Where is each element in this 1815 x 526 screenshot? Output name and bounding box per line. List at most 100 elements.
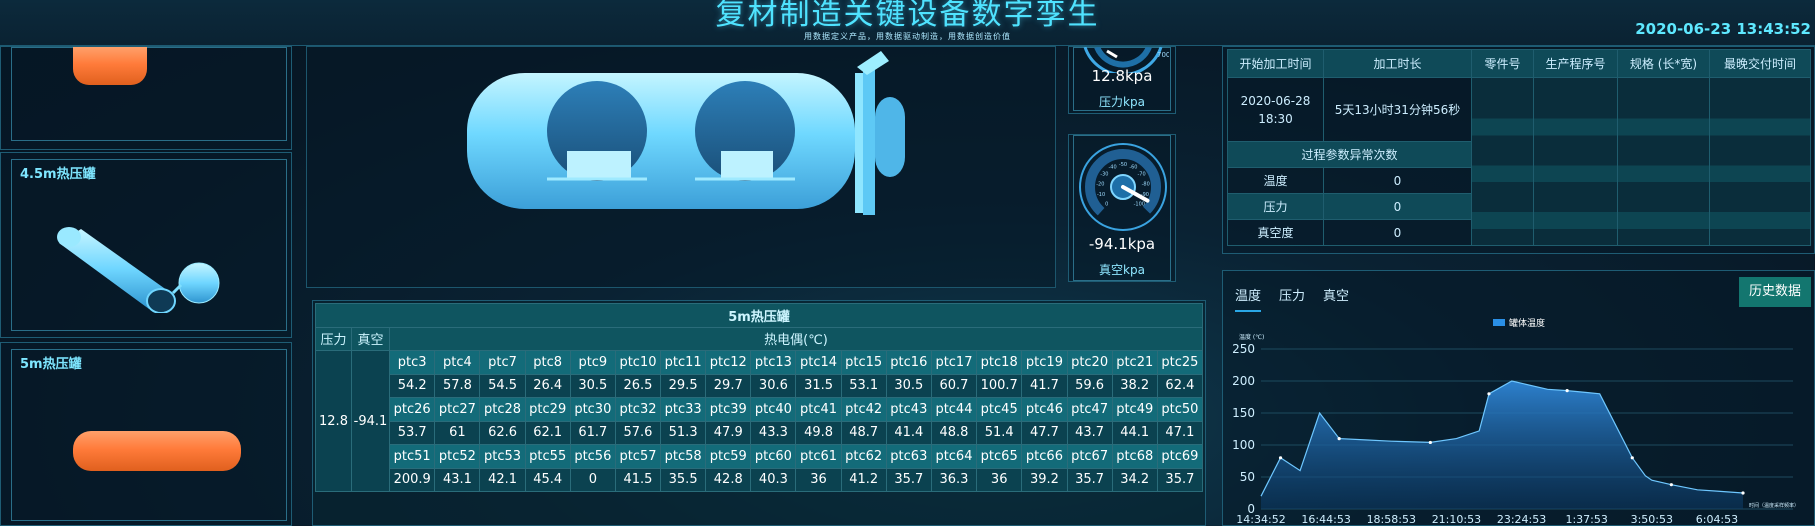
col-duration: 加工时长 [1323,49,1472,78]
thermocouple-value: 35.7 [885,467,932,492]
vacuum-gauge-tick: -20 [1096,181,1104,187]
chart-x-tick-label: 21:10:53 [1432,513,1481,525]
header-bar: 复材制造关键设备数字孪生 用数据定义产品，用数据驱动制造，用数据创造价值 202… [0,0,1815,46]
anomaly-pressure-label: 压力 [1227,193,1324,220]
thermocouple-label: ptc8 [524,350,571,375]
anomaly-vacuum-label: 真空度 [1227,219,1324,246]
thermocouple-value: 54.2 [388,373,436,398]
thermocouple-value: 30.6 [750,373,797,398]
thermocouple-label: ptc50 [1156,397,1204,422]
thermocouple-value: 34.2 [1111,467,1158,492]
tank3-orange-model-icon [73,431,241,471]
pressure-gauge-panel[interactable]: 700 12.8kpa 压力kpa [1068,46,1176,114]
spec-cell [1617,77,1710,246]
thermocouple-label: ptc27 [434,397,481,422]
thermocouple-value: 53.7 [388,420,436,445]
thermocouple-label: ptc17 [930,350,978,375]
vacuum-gauge-tick: -10 [1097,192,1105,198]
vacuum-gauge-tick: -80 [1142,181,1150,187]
thermocouple-value: 43.1 [434,467,481,492]
chart-x-tick-label: 14:34:52 [1236,513,1285,525]
chart-data-point [1278,456,1283,460]
tab-pressure[interactable]: 压力 [1279,285,1305,304]
thermocouple-label: ptc60 [750,444,797,469]
autoclave-view-panel[interactable] [306,46,1056,288]
thermocouple-label: ptc26 [388,397,436,422]
thermocouple-label: ptc21 [1111,350,1158,375]
vacuum-gauge-tick: -30 [1100,172,1108,178]
thermocouple-label: ptc63 [885,444,932,469]
left-panel-tank2[interactable]: 4.5m热压罐 [0,152,292,338]
pressure-gauge-tick-700: 700 [1157,51,1169,59]
thermocouple-label: ptc7 [479,350,526,375]
thermocouple-label: ptc68 [1111,444,1158,469]
autoclave-3d-model [467,51,905,215]
thermocouple-panel: 5m热压罐 压力 真空 热电偶(℃) 12.8 -94.1 ptc3 ptc4 pt… [312,300,1206,526]
thermocouple-value: 42.1 [479,467,526,492]
thermocouple-label: ptc25 [1156,350,1204,375]
anomaly-pressure-count: 0 [1323,193,1472,220]
thermocouple-value: 41.5 [614,467,662,492]
thermocouple-value: 41.7 [1021,373,1068,398]
chart-y-tick-label: 200 [1232,374,1255,388]
due-time-cell [1709,77,1811,246]
thermocouple-label: ptc66 [1021,444,1068,469]
thermocouple-value: 51.4 [976,420,1023,445]
thermocouple-label: ptc56 [569,444,616,469]
datetime-display: 2020-06-23 13:43:52 [1635,20,1811,38]
tab-vacuum[interactable]: 真空 [1323,285,1349,304]
thermocouple-value: 45.4 [524,467,571,492]
vacuum-gauge-tick: -100 [1134,201,1145,207]
thermocouple-value: 35.5 [660,467,707,492]
thermocouple-label: ptc62 [840,444,887,469]
production-info-table: 开始加工时间 加工时长 零件号 生产程序号 规格 (长*宽) 最晚交付时间 20… [1227,49,1811,246]
thermocouple-label: ptc58 [660,444,707,469]
page-subtitle: 用数据定义产品，用数据驱动制造，用数据创造价值 [804,32,1011,41]
thermocouple-value: 30.5 [885,373,932,398]
thermocouple-label: ptc55 [524,444,571,469]
thermocouple-value: 0 [569,467,616,492]
chart-data-point [1428,440,1432,445]
thermocouple-label: ptc69 [1156,444,1204,469]
thermocouple-value: 26.4 [524,373,571,398]
chart-x-tick-label: 1:37:53 [1565,513,1607,525]
thermocouple-label: ptc42 [840,397,887,422]
thermocouple-value: 36 [976,467,1023,492]
tab-temperature[interactable]: 温度 [1235,285,1262,312]
thermo-col-thermocouple: 热电偶(℃) [389,326,1203,351]
thermocouple-value: 43.7 [1066,420,1113,445]
thermocouple-value: 42.8 [705,467,752,492]
vacuum-gauge-dial-icon: -100-90-80-70-60-50-40-30-20-100 [1079,143,1167,231]
thermocouple-label: ptc4 [434,350,481,375]
chart-x-tick-label: 23:24:53 [1497,513,1546,525]
vacuum-gauge-label: 真空kpa [1099,263,1145,277]
thermocouple-value: 62.1 [524,420,571,445]
thermocouple-value: 57.8 [434,373,481,398]
chart-y-axis-label: 温度 (℃) [1239,333,1264,341]
thermocouple-value: 200.9 [388,467,436,492]
start-time-date: 2020-06-28 [1240,93,1311,108]
tank1-frame [11,47,287,141]
chart-y-tick-label: 250 [1232,342,1255,356]
thermocouple-label: ptc59 [705,444,752,469]
thermocouple-value: 53.1 [840,373,887,398]
thermocouple-value: 59.6 [1066,373,1113,398]
thermocouple-label: ptc16 [885,350,932,375]
thermocouple-value: 47.1 [1156,420,1204,445]
thermocouple-label: ptc49 [1111,397,1158,422]
anomaly-temp-label: 温度 [1227,167,1324,194]
thermocouple-value: 48.8 [930,420,978,445]
chart-y-tick-label: 50 [1240,470,1255,484]
thermo-title: 5m热压罐 [315,303,1203,328]
part-no-cell [1471,77,1534,246]
vacuum-gauge-panel[interactable]: -100 -90 -80 -70 -60 -50 -40 -30 -20 -10 0 -94.1kp… [1068,134,1176,282]
thermocouple-value: 41.2 [840,467,887,492]
left-panel-tank1[interactable] [0,46,292,150]
history-data-button[interactable]: 历史数据 [1739,277,1811,307]
thermocouple-label: ptc64 [930,444,978,469]
tank3-title: 5m热压罐 [20,357,82,372]
thermocouple-value: 62.6 [479,420,526,445]
thermocouple-label: ptc30 [569,397,616,422]
thermocouple-value: 47.7 [1021,420,1068,445]
left-panel-tank3[interactable]: 5m热压罐 [0,342,292,526]
